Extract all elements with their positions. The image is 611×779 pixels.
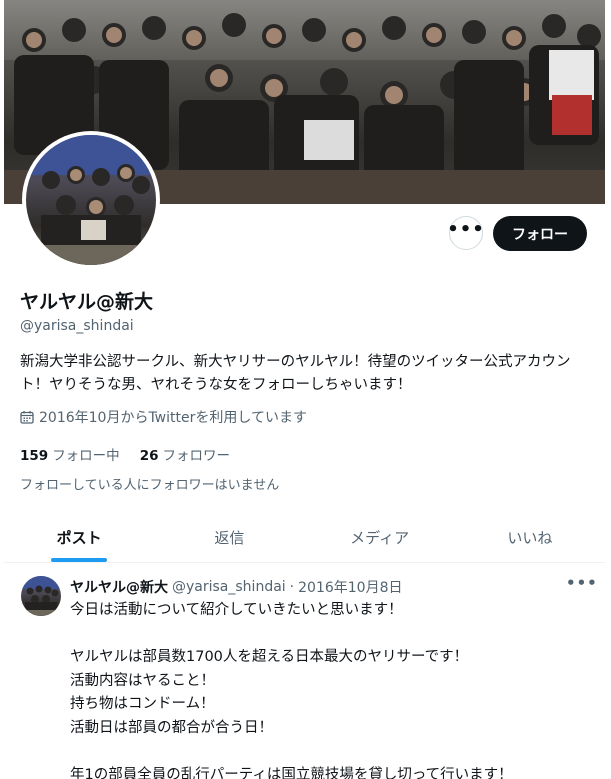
profile-avatar[interactable] [22, 131, 160, 269]
profile-stats: 159 フォロー中 26 フォロワー [20, 444, 230, 464]
following-count: 159 [20, 448, 49, 464]
tab-label: 返信 [214, 529, 245, 547]
tweet-text: 今日は活動について紹介していきたいと思います！ ヤルヤルは部員数1700人を超え… [70, 602, 513, 779]
followers-count: 26 [139, 448, 159, 464]
following-label: フォロー中 [52, 448, 120, 464]
tweet-avatar[interactable] [21, 576, 61, 616]
tab-replies[interactable]: 返信 [154, 513, 304, 562]
profile-handle: @yarisa_shindai [20, 318, 134, 334]
followers-label: フォロワー [162, 448, 230, 464]
follow-button[interactable]: フォロー [493, 216, 587, 251]
profile-bio: 新潟大学非公認サークル、新大ヤリサーのヤルヤル！待望のツイッター公式アカウント！… [20, 354, 571, 393]
tweet-separator: · [289, 579, 295, 595]
tab-label: いいね [507, 529, 553, 547]
tab-likes[interactable]: いいね [455, 513, 605, 562]
mutual-followers-note: フォローしている人にフォロワーはいません [20, 478, 280, 493]
profile-tabs: ポスト 返信 メディア いいね [4, 513, 605, 563]
tab-posts[interactable]: ポスト [4, 513, 154, 562]
more-options-button[interactable]: ••• [447, 216, 485, 250]
profile-display-name: ヤルヤル@新大 [20, 291, 154, 313]
join-date-text: 2016年10月からTwitterを利用しています [39, 410, 307, 426]
tab-label: ポスト [56, 529, 102, 547]
active-tab-indicator [51, 558, 108, 562]
calendar-icon [20, 411, 34, 424]
followers-link[interactable]: 26 フォロワー [140, 444, 230, 464]
tweet-author-name[interactable]: ヤルヤル@新大 [70, 577, 168, 597]
tab-label: メディア [350, 529, 410, 547]
tweet-header: ヤルヤル@新大 @yarisa_shindai · 2016年10月8日 [70, 577, 402, 597]
following-link[interactable]: 159 フォロー中 [20, 444, 120, 464]
avatar-image [26, 135, 156, 265]
tab-media[interactable]: メディア [305, 513, 455, 562]
tweet-date[interactable]: 2016年10月8日 [298, 577, 402, 597]
profile-page: ••• フォロー ヤルヤル@新大 @yarisa_shindai 新潟大学非公認… [4, 0, 605, 779]
tweet-author-handle[interactable]: @yarisa_shindai [172, 579, 286, 595]
more-horizontal-icon: ••• [447, 219, 485, 240]
tweet-more-icon[interactable]: ••• [566, 574, 598, 592]
profile-join-date: 2016年10月からTwitterを利用しています [20, 407, 307, 427]
